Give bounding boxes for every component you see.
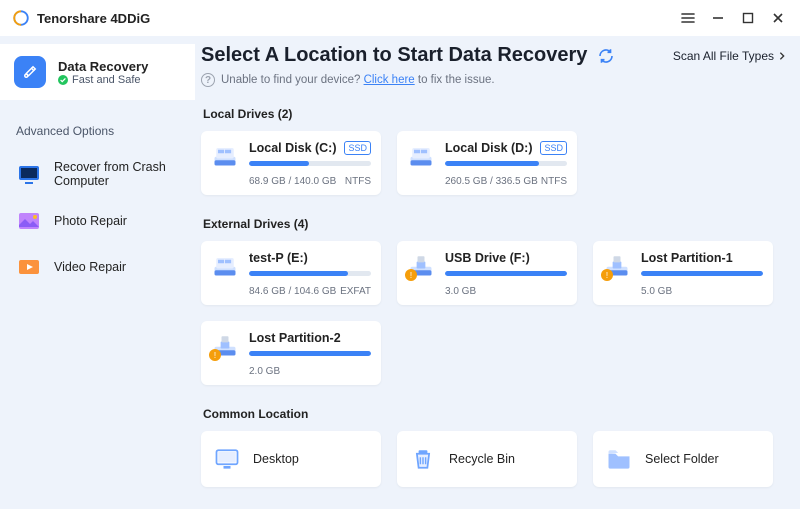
drive-filesystem: NTFS [541,176,567,187]
drive-filesystem: NTFS [345,176,371,187]
maximize-icon[interactable] [740,10,756,26]
drive-tag: SSD [540,141,567,155]
monitor-crash-icon [16,161,42,187]
sidebar: Data Recovery Fast and Safe Advanced Opt… [0,36,195,509]
common-location-card[interactable]: Recycle Bin [397,431,577,487]
drive-size: 68.9 GB / 140.0 GB [249,176,336,187]
drive-name: Local Disk (D:) [445,141,533,155]
warning-badge-icon: ! [405,269,417,281]
usage-bar [641,271,763,276]
click-here-link[interactable]: Click here [364,74,415,86]
sidebar-primary-data-recovery[interactable]: Data Recovery Fast and Safe [0,44,195,100]
common-location-card[interactable]: Desktop [201,431,381,487]
usb-drive-icon: ! [211,331,239,359]
drive-tag: SSD [344,141,371,155]
main-content: Select A Location to Start Data Recovery… [195,36,800,509]
drive-size: 3.0 GB [445,286,476,297]
drive-name: Lost Partition-2 [249,331,341,345]
drive-name: USB Drive (F:) [445,251,530,265]
hard-drive-icon [407,141,435,169]
brand: Tenorshare 4DDiG [12,9,150,27]
photo-repair-icon [16,208,42,234]
drive-card[interactable]: ! USB Drive (F:) 3.0 GB [397,241,577,305]
drive-card[interactable]: Local Disk (C:) SSD 68.9 GB / 140.0 GB N… [201,131,381,195]
window-controls [680,10,786,26]
drive-size: 2.0 GB [249,366,280,377]
tools-icon [14,56,46,88]
sidebar-item-label: Recover from Crash Computer [54,160,174,188]
drive-name: test-P (E:) [249,251,308,265]
desktop-icon [213,445,241,473]
drive-card[interactable]: Local Disk (D:) SSD 260.5 GB / 336.5 GB … [397,131,577,195]
titlebar: Tenorshare 4DDiG [0,0,800,36]
usage-bar [249,161,371,166]
menu-icon[interactable] [680,10,696,26]
app-title: Tenorshare 4DDiG [37,11,150,26]
warning-badge-icon: ! [601,269,613,281]
scan-file-types-button[interactable]: Scan All File Types [673,49,786,63]
drive-card[interactable]: ! Lost Partition-2 2.0 GB [201,321,381,385]
drive-name: Lost Partition-1 [641,251,733,265]
brand-logo-icon [12,9,30,27]
sidebar-item-video-repair[interactable]: Video Repair [0,244,195,290]
minimize-icon[interactable] [710,10,726,26]
sidebar-item-photo-repair[interactable]: Photo Repair [0,198,195,244]
drive-name: Local Disk (C:) [249,141,337,155]
folder-icon [605,445,633,473]
page-headline: Select A Location to Start Data Recovery [201,44,615,67]
usage-bar [445,271,567,276]
common-location-label: Select Folder [645,452,719,466]
usb-drive-icon: ! [407,251,435,279]
refresh-icon[interactable] [597,47,615,65]
chevron-right-icon [778,51,786,61]
close-icon[interactable] [770,10,786,26]
drive-card[interactable]: test-P (E:) 84.6 GB / 104.6 GB EXFAT [201,241,381,305]
local-drives-section-title: Local Drives (2) [203,107,786,121]
usage-bar [249,351,371,356]
sidebar-primary-subtitle: Fast and Safe [58,74,148,86]
sidebar-item-label: Photo Repair [54,214,127,228]
external-drives-section-title: External Drives (4) [203,217,786,231]
drive-size: 84.6 GB / 104.6 GB [249,286,336,297]
common-location-label: Desktop [253,452,299,466]
drive-card[interactable]: ! Lost Partition-1 5.0 GB [593,241,773,305]
common-location-card[interactable]: Select Folder [593,431,773,487]
usage-bar [249,271,371,276]
sidebar-item-recover-crash[interactable]: Recover from Crash Computer [0,150,195,198]
hard-drive-icon [211,251,239,279]
drive-filesystem: EXFAT [340,286,371,297]
drive-size: 260.5 GB / 336.5 GB [445,176,538,187]
recycle-icon [409,445,437,473]
usage-bar [445,161,567,166]
info-icon: ? [201,73,215,87]
sidebar-primary-title: Data Recovery [58,59,148,74]
video-repair-icon [16,254,42,280]
common-location-section-title: Common Location [203,407,786,421]
usb-drive-icon: ! [603,251,631,279]
sidebar-item-label: Video Repair [54,260,126,274]
warning-badge-icon: ! [209,349,221,361]
shield-check-icon [58,75,68,85]
advanced-options-header: Advanced Options [0,124,195,150]
common-location-label: Recycle Bin [449,452,515,466]
device-not-found-hint: ? Unable to find your device? Click here… [201,73,786,87]
drive-size: 5.0 GB [641,286,672,297]
hard-drive-icon [211,141,239,169]
